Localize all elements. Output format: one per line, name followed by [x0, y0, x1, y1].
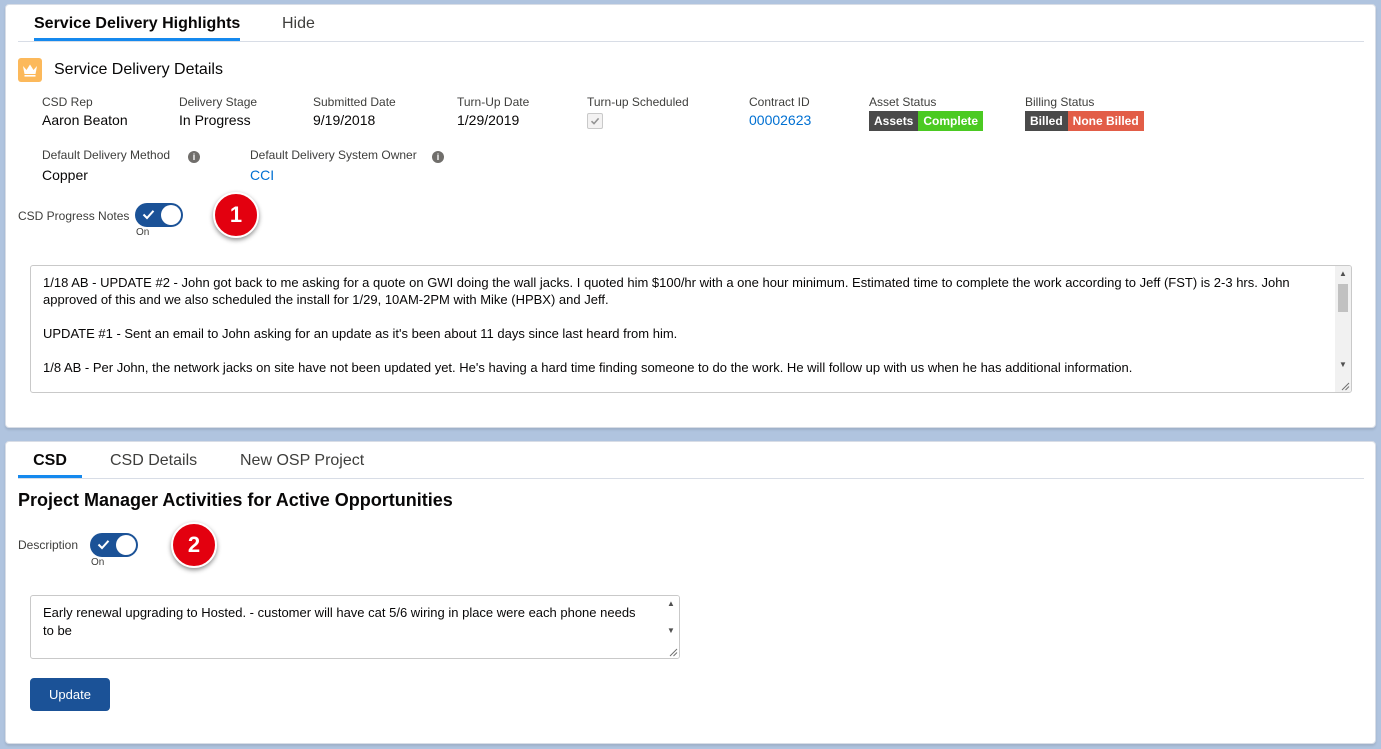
- csd-rep-value: Aaron Beaton: [42, 112, 128, 128]
- turn-up-scheduled-label: Turn-up Scheduled: [587, 95, 689, 109]
- progress-note: UPDATE #1 - Sent an email to John asking…: [43, 326, 678, 341]
- submitted-date-label: Submitted Date: [313, 95, 396, 109]
- crown-icon: [18, 58, 42, 82]
- check-icon: [142, 210, 155, 220]
- tab-csd-details[interactable]: CSD Details: [110, 442, 197, 477]
- resize-handle-icon[interactable]: [1340, 381, 1350, 391]
- asset-status-label: Asset Status: [869, 95, 937, 109]
- scrollbar-thumb[interactable]: [1338, 284, 1348, 312]
- csd-tab-bar: CSD CSD Details New OSP Project: [18, 442, 1364, 479]
- billing-status-label: Billing Status: [1025, 95, 1095, 109]
- default-delivery-system-owner-link[interactable]: CCI: [250, 167, 274, 183]
- csd-card: CSD CSD Details New OSP Project Project …: [5, 441, 1376, 744]
- delivery-stage-label: Delivery Stage: [179, 95, 258, 109]
- submitted-date-value: 9/19/2018: [313, 112, 376, 128]
- billing-status-badge-right: None Billed: [1067, 111, 1144, 131]
- service-delivery-highlights-card: Service Delivery Highlights Hide Service…: [5, 4, 1376, 428]
- progress-notes-textarea[interactable]: 1/18 AB - UPDATE #2 - John got back to m…: [30, 265, 1352, 393]
- annotation-marker-1: 1: [213, 192, 259, 238]
- default-delivery-method-value: Copper: [42, 167, 88, 183]
- billing-status-badge: Billed None Billed: [1025, 111, 1144, 131]
- turn-up-date-label: Turn-Up Date: [457, 95, 530, 109]
- asset-status-badge-left: Assets: [869, 111, 919, 131]
- scrollbar[interactable]: ▲ ▼: [1335, 266, 1351, 392]
- description-textarea[interactable]: Early renewal upgrading to Hosted. - cus…: [30, 595, 680, 659]
- default-delivery-system-owner-label: Default Delivery System Owner: [250, 148, 417, 162]
- tab-new-osp-project[interactable]: New OSP Project: [240, 442, 364, 477]
- scroll-down-icon[interactable]: ▼: [667, 626, 675, 635]
- info-icon[interactable]: i: [188, 151, 200, 163]
- toggle-knob: [116, 535, 136, 555]
- resize-handle-icon[interactable]: [668, 647, 678, 657]
- tab-csd[interactable]: CSD: [18, 442, 82, 478]
- check-icon: [97, 540, 110, 550]
- scroll-up-icon[interactable]: ▲: [667, 599, 675, 608]
- billing-status-badge-left: Billed: [1025, 111, 1068, 131]
- annotation-marker-2: 2: [171, 522, 217, 568]
- asset-status-badge-right: Complete: [918, 111, 984, 131]
- update-button[interactable]: Update: [30, 678, 110, 711]
- contract-id-label: Contract ID: [749, 95, 810, 109]
- check-icon: [590, 117, 600, 125]
- csd-progress-notes-toggle[interactable]: [135, 203, 183, 227]
- info-icon[interactable]: i: [432, 151, 444, 163]
- csd-rep-label: CSD Rep: [42, 95, 93, 109]
- turn-up-date-value: 1/29/2019: [457, 112, 520, 128]
- progress-notes-content: 1/18 AB - UPDATE #2 - John got back to m…: [43, 274, 1328, 392]
- section-title: Service Delivery Details: [54, 61, 223, 78]
- highlights-tab-bar: Service Delivery Highlights Hide: [18, 5, 1364, 42]
- contract-id-link[interactable]: 00002623: [749, 112, 811, 128]
- description-toggle[interactable]: [90, 533, 138, 557]
- default-delivery-method-label: Default Delivery Method: [42, 148, 171, 162]
- description-state: On: [91, 557, 105, 568]
- csd-progress-notes-state: On: [136, 227, 150, 238]
- toggle-knob: [161, 205, 181, 225]
- tab-hide[interactable]: Hide: [282, 5, 315, 40]
- description-content: Early renewal upgrading to Hosted. - cus…: [43, 605, 636, 638]
- turn-up-scheduled-checkbox: [587, 113, 603, 129]
- tab-service-delivery-highlights[interactable]: Service Delivery Highlights: [34, 5, 241, 41]
- asset-status-badge: Assets Complete: [869, 111, 984, 131]
- csd-progress-notes-label: CSD Progress Notes: [18, 209, 130, 223]
- scroll-down-icon[interactable]: ▼: [1339, 360, 1347, 369]
- page-title: Project Manager Activities for Active Op…: [18, 490, 453, 510]
- progress-note: 1/8 AB - Per John, the network jacks on …: [43, 360, 1133, 375]
- scroll-up-icon[interactable]: ▲: [1339, 269, 1347, 278]
- description-label: Description: [18, 538, 79, 552]
- progress-note: 1/18 AB - UPDATE #2 - John got back to m…: [43, 275, 1290, 307]
- delivery-stage-value: In Progress: [179, 112, 251, 128]
